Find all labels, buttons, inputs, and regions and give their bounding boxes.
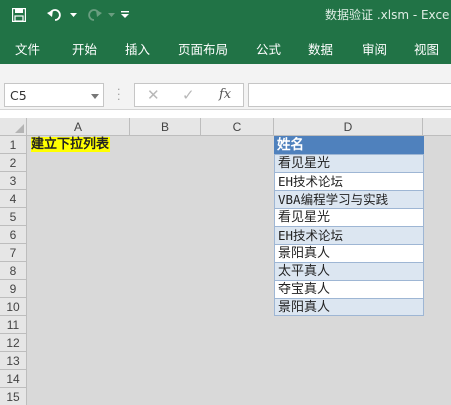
redo-icon [83, 4, 105, 26]
row-header[interactable]: 1 [0, 136, 27, 154]
column-header-a[interactable]: A [27, 118, 130, 136]
row-header[interactable]: 4 [0, 190, 27, 208]
undo-dropdown-icon[interactable] [68, 4, 78, 26]
chevron-down-icon[interactable] [91, 94, 99, 99]
tab-data[interactable]: 数据 [308, 39, 333, 58]
name-box[interactable]: C5 [4, 83, 104, 107]
drag-handle-icon[interactable]: · · · [117, 84, 121, 105]
table-row[interactable]: EH技术论坛 [274, 172, 424, 190]
row-header[interactable]: 7 [0, 244, 27, 262]
customize-toolbar-icon[interactable] [119, 4, 131, 26]
grid-line [130, 136, 131, 405]
row-header[interactable]: 8 [0, 262, 27, 280]
formula-input[interactable] [248, 83, 451, 107]
row-header[interactable]: 14 [0, 370, 27, 388]
redo-dropdown-icon [106, 4, 116, 26]
row-header[interactable]: 9 [0, 280, 27, 298]
undo-icon[interactable] [44, 4, 66, 26]
table-row[interactable]: EH技术论坛 [274, 226, 424, 244]
row-header[interactable]: 11 [0, 316, 27, 334]
table-header-name[interactable]: 姓名 [274, 136, 424, 154]
ribbon-tabs: 文件 开始 插入 页面布局 公式 数据 审阅 视图 [0, 30, 451, 64]
table-row[interactable]: 看见星光 [274, 208, 424, 226]
title-bar: 数据验证 .xlsm - Exce [0, 0, 451, 30]
tab-file[interactable]: 文件 [15, 39, 40, 58]
save-icon[interactable] [8, 4, 30, 26]
cell-a1[interactable]: 建立下拉列表 [28, 136, 130, 153]
cancel-icon[interactable]: ✕ [147, 86, 160, 104]
tab-formulas[interactable]: 公式 [256, 39, 281, 58]
tab-insert[interactable]: 插入 [125, 39, 150, 58]
row-header[interactable]: 6 [0, 226, 27, 244]
row-header[interactable]: 15 [0, 388, 27, 405]
table-row[interactable]: 景阳真人 [274, 298, 424, 316]
select-all-button[interactable] [0, 118, 27, 136]
grid-line [201, 136, 202, 405]
row-header[interactable]: 2 [0, 154, 27, 172]
row-header[interactable]: 3 [0, 172, 27, 190]
cell-a1-text: 建立下拉列表 [31, 137, 111, 152]
table-row[interactable]: VBA编程学习与实践 [274, 190, 424, 208]
name-box-value: C5 [10, 88, 27, 103]
table-row[interactable]: 景阳真人 [274, 244, 424, 262]
row-header[interactable]: 13 [0, 352, 27, 370]
column-header-b[interactable]: B [130, 118, 201, 136]
column-header-c[interactable]: C [201, 118, 274, 136]
worksheet-grid[interactable]: A B C D 1 2 3 4 5 6 7 8 9 10 11 12 13 14… [0, 118, 451, 405]
formula-buttons: ✕ ✓ fx [134, 83, 244, 107]
row-header[interactable]: 10 [0, 298, 27, 316]
tab-view[interactable]: 视图 [414, 39, 439, 58]
insert-function-icon[interactable]: fx [219, 87, 231, 102]
enter-icon[interactable]: ✓ [182, 86, 195, 104]
tab-page-layout[interactable]: 页面布局 [178, 39, 228, 58]
column-header-e[interactable] [423, 118, 451, 136]
ribbon-body [0, 64, 451, 80]
row-header[interactable]: 12 [0, 334, 27, 352]
formula-bar: C5 · · · ✕ ✓ fx [0, 80, 451, 110]
column-header-d[interactable]: D [274, 118, 423, 136]
tab-review[interactable]: 审阅 [362, 39, 387, 58]
table-row[interactable]: 太平真人 [274, 262, 424, 280]
document-title: 数据验证 .xlsm - Exce [325, 8, 450, 22]
row-header[interactable]: 5 [0, 208, 27, 226]
table-row[interactable]: 看见星光 [274, 154, 424, 172]
table-row[interactable]: 夺宝真人 [274, 280, 424, 298]
tab-home[interactable]: 开始 [72, 39, 97, 58]
